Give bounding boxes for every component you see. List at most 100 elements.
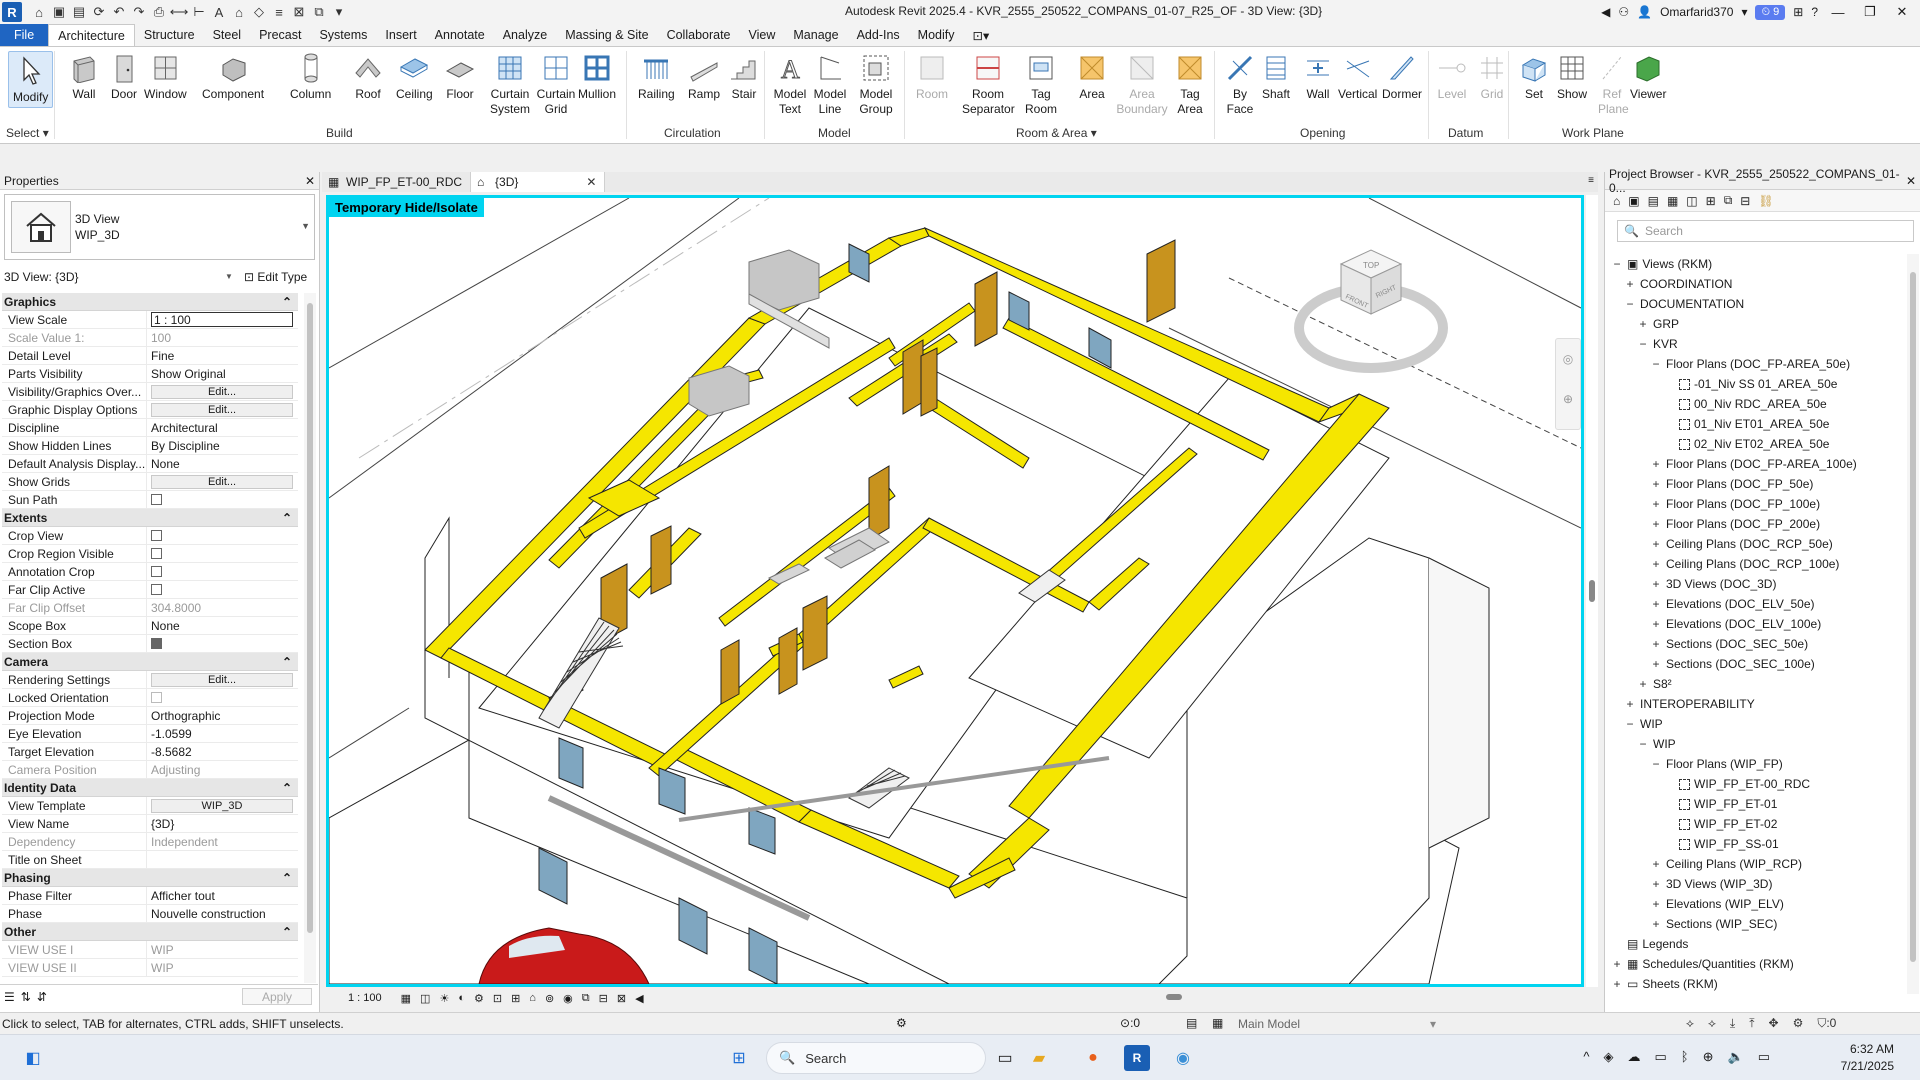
switch-windows-icon[interactable]: ⧉ (310, 3, 328, 21)
checkbox[interactable] (151, 530, 162, 541)
battery-icon[interactable]: ▭ (1758, 1049, 1770, 1065)
tab-overflow-icon[interactable]: ≡ (1588, 175, 1594, 186)
room-area-panel-label[interactable]: Room & Area ▾ (1016, 126, 1097, 140)
tree-node[interactable]: + Elevations (WIP_ELV) (1605, 894, 1907, 914)
tree-node[interactable]: + Elevations (DOC_ELV_50e) (1605, 594, 1907, 614)
property-value[interactable]: Show Original (146, 365, 298, 382)
categorized-icon[interactable]: ☰ (4, 990, 15, 1004)
checkbox[interactable] (151, 638, 162, 649)
unlock-3d-icon[interactable]: ⌂ (529, 992, 536, 1004)
search-input[interactable]: 🔍 Search (1617, 220, 1914, 242)
save-icon[interactable]: ▤ (70, 3, 88, 21)
zoom-region-icon[interactable]: ⊕ (1556, 379, 1580, 419)
contextual-dropdown-icon[interactable]: ⊡▾ (964, 24, 999, 46)
tree-node[interactable]: − WIP (1605, 734, 1907, 754)
crop-view-icon[interactable]: ⊡ (493, 992, 502, 1005)
tab-3d[interactable]: ⌂ {3D} ✕ (471, 172, 606, 192)
section-header[interactable]: Identity Data ⌃ (2, 779, 298, 797)
model-line-button[interactable]: Model Line (810, 51, 850, 117)
measure-icon[interactable]: ⟷ (170, 3, 189, 21)
edit-button[interactable]: WIP_3D (151, 798, 293, 813)
tree-node[interactable]: WIP_FP_ET-02 (1605, 814, 1907, 834)
steering-wheel-icon[interactable]: ◎ (1556, 339, 1580, 379)
tree-node[interactable]: WIP_FP_ET-00_RDC (1605, 774, 1907, 794)
curtain-grid-button[interactable]: Curtain Grid (534, 51, 578, 117)
expand-icon[interactable]: + (1624, 277, 1636, 291)
tree-node[interactable]: WIP_FP_SS-01 (1605, 834, 1907, 854)
scrollbar-thumb[interactable] (307, 303, 313, 933)
instance-selector[interactable]: 3D View: {3D} ▼ ⊡ Edit Type (0, 266, 318, 288)
room-separator-button[interactable]: Room Separator (962, 51, 1015, 117)
collapse-icon[interactable]: ⌃ (282, 295, 292, 309)
grid-button[interactable]: Grid (1476, 51, 1508, 102)
view-vertical-scrollbar[interactable] (1586, 195, 1598, 987)
expand-icon[interactable]: + (1637, 677, 1649, 691)
tree-node[interactable]: + Ceiling Plans (WIP_RCP) (1605, 854, 1907, 874)
column-button[interactable]: Column (290, 51, 331, 102)
area-boundary-button[interactable]: Area Boundary (1116, 51, 1168, 117)
tree-node[interactable]: +3D Views (WIP_3D) (1605, 874, 1907, 894)
view-scale-field[interactable]: 1 : 100 (151, 312, 293, 327)
floor-button[interactable]: Floor (444, 51, 476, 102)
expand-icon[interactable]: + (1650, 457, 1662, 471)
section-icon[interactable]: ◇ (250, 3, 268, 21)
render-icon[interactable]: ⚙ (474, 992, 484, 1005)
revit-logo[interactable]: R (2, 2, 22, 22)
vertical-button[interactable]: Vertical (1338, 51, 1377, 102)
property-value[interactable]: -1.0599 (146, 725, 298, 742)
revit-taskbar-icon[interactable]: R (1124, 1045, 1150, 1071)
wall-opening-button[interactable]: Wall (1302, 51, 1334, 102)
worksets-list-icon[interactable]: ▤ (1186, 1016, 1197, 1030)
tab-modify[interactable]: Modify (909, 24, 964, 46)
tab-precast[interactable]: Precast (250, 24, 310, 46)
edit-type-button[interactable]: ⊡ Edit Type (244, 270, 307, 284)
expand-icon[interactable]: + (1650, 917, 1662, 931)
property-value[interactable]: Fine (146, 347, 298, 364)
railing-button[interactable]: Railing (638, 51, 675, 102)
select-panel-label[interactable]: Select ▾ (6, 126, 49, 140)
chevron-up-icon[interactable]: ^ (1583, 1049, 1589, 1065)
collapse-icon[interactable]: − (1624, 717, 1636, 731)
edit-button[interactable]: Edit... (151, 672, 293, 687)
design-options-icon[interactable]: ⊙:0 (1120, 1016, 1140, 1030)
show-button[interactable]: Show (1556, 51, 1588, 102)
collapse-icon[interactable]: ⌃ (282, 511, 292, 525)
tab-structure[interactable]: Structure (135, 24, 204, 46)
select-underlay-icon[interactable]: ⟡ (1708, 1016, 1716, 1031)
section-header[interactable]: Extents ⌃ (2, 509, 298, 527)
view-horizontal-scrollbar[interactable] (776, 992, 1576, 1002)
tree-node[interactable]: − ▣ Views (RKM) (1605, 254, 1907, 274)
room-button[interactable]: Room (916, 51, 948, 102)
visual-style-icon[interactable]: ◫ (420, 992, 430, 1005)
shadows-icon[interactable]: ◐ (458, 992, 465, 1004)
user-icon[interactable]: 👤 (1637, 5, 1652, 19)
analytical-model-icon[interactable]: ⊟ (599, 992, 608, 1005)
groups-icon[interactable]: ⊞ (1706, 194, 1716, 208)
property-value[interactable]: -8.5682 (146, 743, 298, 760)
tree-node[interactable]: − Floor Plans (DOC_FP-AREA_50e) (1605, 354, 1907, 374)
collapse-icon[interactable]: ⌃ (282, 655, 292, 669)
search-chevron-icon[interactable]: ◀ (1601, 5, 1610, 19)
language-icon[interactable]: ⊕ (1703, 1049, 1714, 1065)
worksets-icon[interactable]: ⚙ (896, 1016, 907, 1030)
print-icon[interactable]: ⎙ (150, 3, 168, 21)
tree-node[interactable]: ▤ Legends (1605, 934, 1907, 954)
tree-node[interactable]: -01_Niv SS 01_AREA_50e (1605, 374, 1907, 394)
expand-icon[interactable]: + (1637, 317, 1649, 331)
shaft-button[interactable]: Shaft (1260, 51, 1292, 102)
tag-area-button[interactable]: Tag Area (1174, 51, 1206, 117)
roof-button[interactable]: Roof (352, 51, 384, 102)
customize-qat-icon[interactable]: ▾ (330, 3, 348, 21)
tree-node[interactable]: 01_Niv ET01_AREA_50e (1605, 414, 1907, 434)
close-icon[interactable]: ✕ (1906, 174, 1916, 188)
collapse-icon[interactable]: ⌃ (282, 781, 292, 795)
apply-button[interactable]: Apply (242, 988, 312, 1005)
link-icon[interactable]: ⛓ (1758, 194, 1773, 208)
restore-button[interactable]: ❐ (1858, 4, 1882, 20)
dormer-button[interactable]: Dormer (1382, 51, 1422, 102)
set-button[interactable]: Set (1518, 51, 1550, 102)
tab-wip-fp-et-00-rdc[interactable]: ▦ WIP_FP_ET-00_RDC (322, 172, 472, 192)
wall-button[interactable]: Wall (68, 51, 100, 102)
edit-button[interactable]: Edit... (151, 474, 293, 489)
mullion-button[interactable]: Mullion (578, 51, 616, 102)
